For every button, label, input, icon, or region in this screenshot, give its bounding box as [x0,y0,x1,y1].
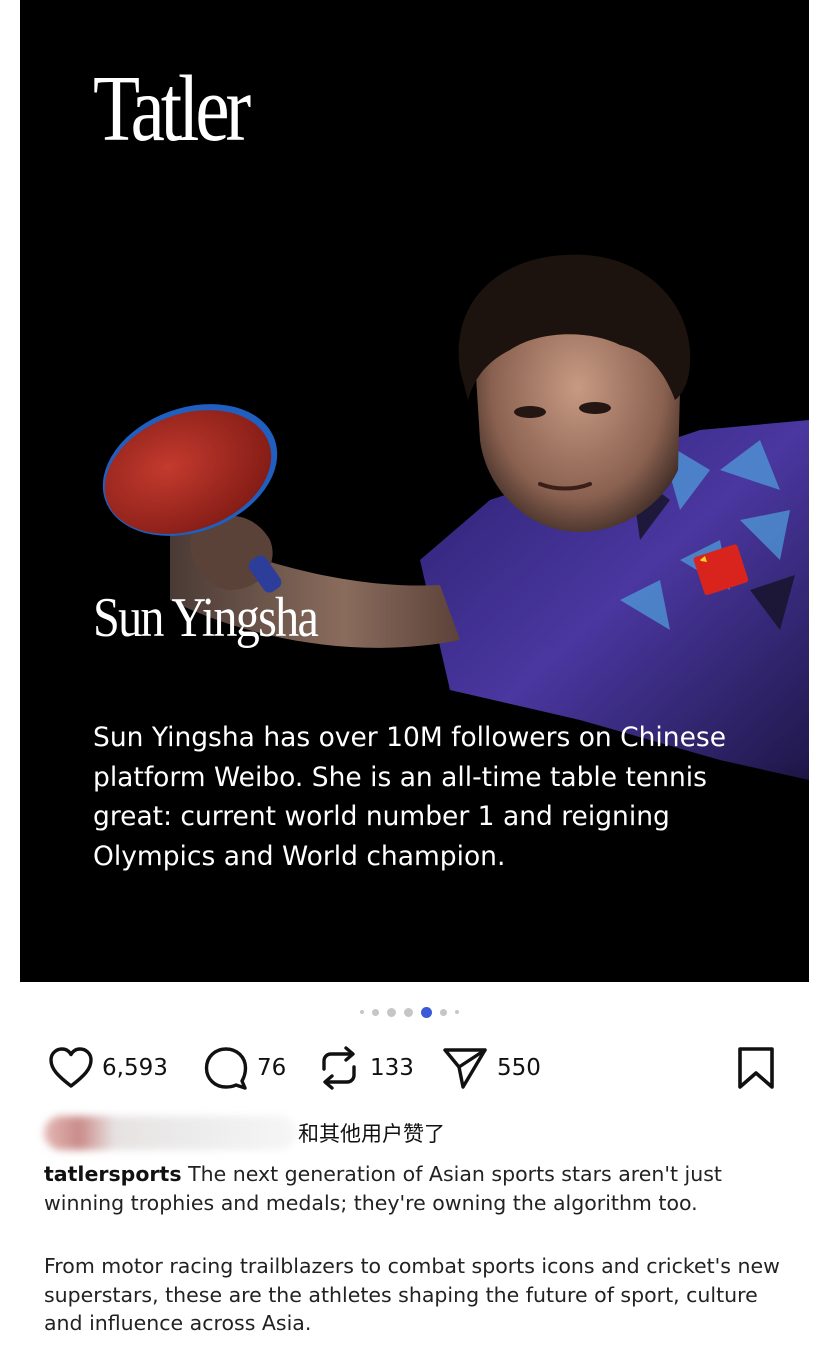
carousel-indicator [0,1005,819,1019]
athlete-bio-text: Sun Yingsha has over 10M followers on Ch… [93,722,726,872]
like-count: 6,593 [102,1055,168,1081]
carousel-dot [455,1010,459,1014]
carousel-dot [404,1007,413,1017]
carousel-dot [360,1010,364,1014]
like-button[interactable]: 6,593 [48,1038,168,1098]
post-image[interactable]: Tatler Sun Yingsha Sun Yingsha has over … [20,0,809,982]
redacted-usernames [44,1116,296,1150]
caption-paragraph: tatlersports The next generation of Asia… [44,1160,796,1217]
repost-count: 133 [370,1055,414,1081]
caption-username[interactable]: tatlersports [44,1162,182,1186]
heart-icon [49,1047,93,1088]
speech-bubble-icon [204,1047,248,1090]
liked-by-text: 和其他用户赞了 [298,1122,445,1146]
comment-button[interactable]: 76 [203,1038,286,1098]
carousel-dot-active [421,1006,432,1018]
comment-count: 76 [257,1055,287,1081]
carousel-dot [440,1008,447,1016]
carousel-dot [372,1008,379,1016]
repost-button[interactable]: 133 [316,1038,414,1098]
repost-icon [322,1046,356,1090]
post-caption: tatlersports The next generation of Asia… [44,1160,796,1338]
save-button[interactable] [736,1038,776,1098]
carousel-dot [387,1007,396,1017]
caption-paragraph: From motor racing trailblazers to combat… [44,1254,780,1335]
liked-by-row[interactable]: 和其他用户赞了 [44,1114,445,1152]
share-button[interactable]: 550 [441,1038,541,1098]
tatler-logo: Tatler [93,57,251,161]
paper-plane-icon [443,1048,487,1089]
athlete-name-title: Sun Yingsha [93,587,319,649]
post-actions-bar: 6,593 76 133 550 [0,1038,819,1098]
share-count: 550 [497,1055,541,1081]
bookmark-icon [738,1047,774,1089]
